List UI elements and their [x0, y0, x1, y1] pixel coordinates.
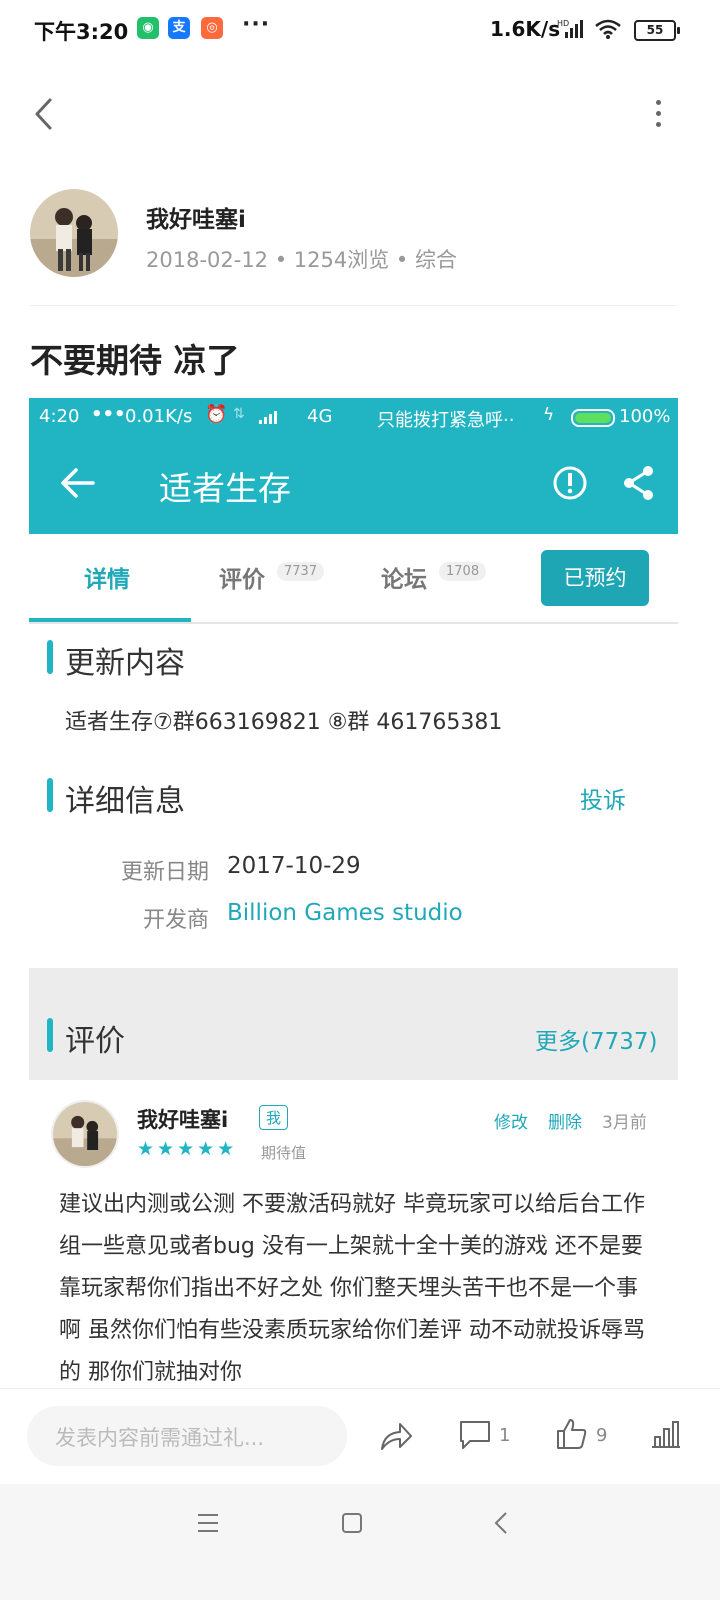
detail-section-title: 详细信息 — [65, 784, 185, 819]
developer-label: 开发商 — [142, 908, 209, 933]
embedded-app-bar: 适者生存 — [29, 436, 678, 534]
network-speed: 1.6K/s — [490, 17, 561, 41]
embedded-carrier: 只能拨打紧急呼·· — [377, 410, 515, 431]
like-count: 9 — [596, 1425, 608, 1446]
battery-icon: 55 — [634, 20, 680, 41]
alipay-notification-icon: 支 — [168, 17, 190, 39]
embedded-screenshot[interactable]: 4:20 ••• 0.01K/s ⏰ ⇅ 4G 只能拨打紧急呼·· ϟ 100%… — [29, 398, 678, 1388]
reviewer-avatar[interactable] — [53, 1102, 117, 1166]
edit-review-link[interactable]: 修改 — [494, 1108, 528, 1133]
me-badge: 我 — [259, 1105, 289, 1130]
embedded-tabs: 详情 评价 7737 论坛 1708 已预约 — [29, 534, 678, 624]
tab-forum[interactable]: 论坛 — [381, 560, 427, 594]
comment-input[interactable]: 发表内容前需通过礼... — [27, 1406, 347, 1466]
embedded-speed: 0.01K/s — [125, 406, 193, 427]
data-arrows-icon: ⇅ — [233, 406, 245, 422]
post-title: 不要期待 凉了 — [30, 341, 240, 380]
comment-placeholder: 发表内容前需通过礼... — [55, 1426, 265, 1450]
post-meta: 2018-02-12 • 1254浏览 • 综合 — [146, 248, 457, 272]
app-notification-icon: ◉ — [137, 17, 159, 39]
forward-icon[interactable] — [378, 1419, 414, 1453]
embedded-dots: ••• — [91, 404, 126, 425]
forum-count-badge: 1708 — [439, 562, 487, 581]
home-square-icon[interactable] — [341, 1512, 363, 1534]
review-time: 3月前 — [602, 1113, 647, 1133]
signal-icon: HD — [557, 19, 583, 38]
more-vert-icon[interactable] — [650, 98, 666, 130]
wifi-icon — [595, 19, 621, 39]
back-chevron-icon[interactable] — [30, 96, 60, 132]
bottom-action-bar: 发表内容前需通过礼... 1 9 — [0, 1388, 720, 1485]
comment-icon[interactable] — [458, 1419, 492, 1451]
system-nav-bar — [0, 1484, 720, 1600]
embedded-status-bar: 4:20 ••• 0.01K/s ⏰ ⇅ 4G 只能拨打紧急呼·· ϟ 100% — [29, 398, 678, 436]
section-marker — [47, 778, 53, 812]
share-icon[interactable] — [621, 464, 657, 502]
thumbs-up-icon[interactable] — [555, 1417, 589, 1451]
reviews-count-badge: 7737 — [277, 562, 325, 581]
active-tab-indicator — [29, 618, 191, 622]
rating-stars: ★★★★★ — [137, 1138, 238, 1160]
embedded-app-title: 适者生存 — [159, 469, 291, 508]
author-name[interactable]: 我好哇塞i — [146, 200, 246, 234]
stats-icon[interactable] — [650, 1419, 682, 1449]
embedded-battery: 100% — [619, 406, 671, 427]
section-marker — [47, 1018, 53, 1052]
alarm-icon: ⏰ — [205, 404, 228, 425]
embedded-network: 4G — [307, 406, 333, 427]
update-section-title: 更新内容 — [65, 646, 185, 681]
comment-count: 1 — [499, 1425, 511, 1446]
alert-icon[interactable] — [551, 464, 589, 502]
reviewer-name[interactable]: 我好哇塞i — [137, 1104, 228, 1134]
reviews-header: 评价 更多(7737) — [29, 968, 678, 1080]
update-text: 适者生存⑦群663169821 ⑧群 461765381 — [65, 710, 503, 735]
embedded-signal-icon — [259, 411, 277, 424]
expect-label: 期待值 — [261, 1144, 307, 1162]
more-notifications-icon: ··· — [242, 12, 271, 37]
delete-review-link[interactable]: 删除 — [548, 1108, 582, 1133]
arrow-left-icon[interactable] — [59, 466, 97, 500]
more-reviews-link[interactable]: 更多(7737) — [535, 1022, 657, 1056]
embedded-battery-icon — [571, 409, 615, 427]
menu-icon[interactable] — [196, 1512, 220, 1534]
reviews-section-title: 评价 — [65, 1024, 125, 1059]
shop-notification-icon: ◎ — [201, 17, 223, 39]
review-text: 建议出内测或公测 不要激活码就好 毕竟玩家可以给后台工作组一些意见或者bug 没… — [59, 1192, 645, 1385]
back-triangle-icon[interactable] — [492, 1511, 510, 1535]
reserved-button[interactable]: 已预约 — [541, 550, 649, 606]
developer-link[interactable]: Billion Games studio — [227, 900, 463, 926]
status-time: 下午3:20 — [34, 20, 129, 44]
update-date-label: 更新日期 — [120, 860, 209, 885]
charging-icon: ϟ — [543, 405, 555, 425]
avatar[interactable] — [30, 189, 118, 277]
svg-text:HD: HD — [557, 19, 569, 28]
divider — [30, 305, 678, 306]
update-date-value: 2017-10-29 — [227, 853, 361, 879]
embedded-time: 4:20 — [39, 406, 80, 427]
status-bar: 下午3:20 ◉ 支 ◎ ··· 1.6K/s HD 55 — [0, 0, 720, 60]
report-link[interactable]: 投诉 — [580, 781, 626, 815]
tab-details[interactable]: 详情 — [84, 560, 130, 594]
section-marker — [47, 640, 53, 674]
tab-reviews[interactable]: 评价 — [219, 560, 265, 594]
